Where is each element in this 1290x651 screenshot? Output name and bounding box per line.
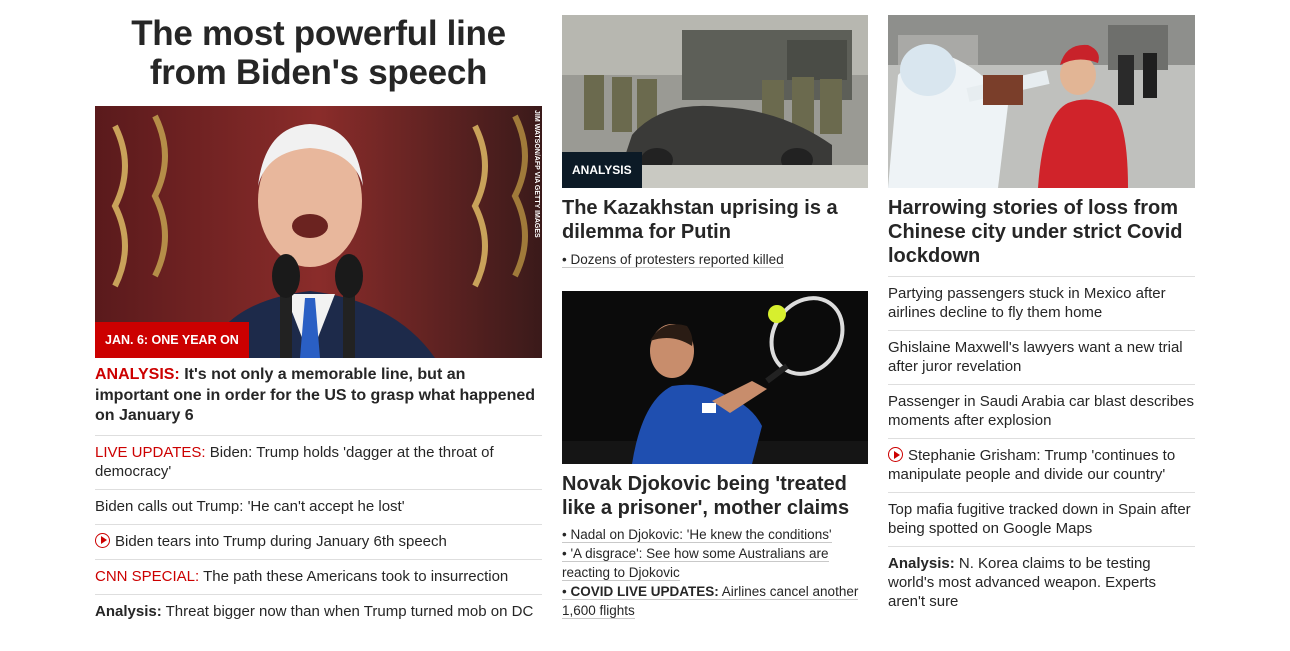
list-item[interactable]: Analysis: Threat bigger now than when Tr… <box>95 593 542 629</box>
column-middle: ANALYSIS The Kazakhstan uprising is a di… <box>562 0 868 620</box>
sub-link-prefix: COVID LIVE UPDATES: <box>570 584 719 599</box>
djokovic-headline[interactable]: Novak Djokovic being 'treated like a pri… <box>562 472 868 520</box>
link-prefix: Analysis: <box>95 602 162 620</box>
covid-headline[interactable]: Harrowing stories of loss from Chinese c… <box>888 196 1195 268</box>
lead-prefix: ANALYSIS: <box>95 366 180 383</box>
link-text: Passenger in Saudi Arabia car blast desc… <box>888 393 1195 429</box>
column-top-story: The most powerful line from Biden's spee… <box>95 0 542 629</box>
link-text: Biden calls out Trump: 'He can't accept … <box>95 497 405 515</box>
link-text: Threat bigger now than when Trump turned… <box>161 602 534 620</box>
list-item[interactable]: Stephanie Grisham: Trump 'continues to m… <box>888 438 1195 492</box>
covid-test-photo <box>888 15 1195 188</box>
link-text: Partying passengers stuck in Mexico afte… <box>888 285 1166 321</box>
link-prefix: Analysis: <box>888 555 955 572</box>
sub-links: • Nadal on Djokovic: 'He knew the condit… <box>562 525 868 620</box>
list-item[interactable]: Biden calls out Trump: 'He can't accept … <box>95 488 542 524</box>
sub-link[interactable]: • COVID LIVE UPDATES: Airlines cancel an… <box>562 582 868 620</box>
sub-link[interactable]: • Dozens of protesters reported killed <box>562 250 868 269</box>
section-label[interactable]: ANALYSIS <box>562 152 642 188</box>
link-text: Stephanie Grisham: Trump 'continues to m… <box>888 447 1176 483</box>
list-item[interactable]: Analysis: N. Korea claims to be testing … <box>888 546 1195 619</box>
top-story-image[interactable]: JIM WATSON/AFP VIA GETTY IMAGES JAN. 6: … <box>95 106 542 358</box>
top-story-headline[interactable]: The most powerful line from Biden's spee… <box>95 14 542 92</box>
sub-link-text: 'A disgrace': See how some Australians a… <box>562 546 829 580</box>
list-item[interactable]: Partying passengers stuck in Mexico afte… <box>888 276 1195 330</box>
kazakhstan-headline[interactable]: The Kazakhstan uprising is a dilemma for… <box>562 196 868 244</box>
list-item[interactable]: Top mafia fugitive tracked down in Spain… <box>888 492 1195 546</box>
story-card-djokovic: Novak Djokovic being 'treated like a pri… <box>562 291 868 620</box>
list-item[interactable]: LIVE UPDATES: Biden: Trump holds 'dagger… <box>95 434 542 489</box>
tennis-photo <box>562 291 868 464</box>
sub-link-text: Nadal on Djokovic: 'He knew the conditio… <box>570 527 832 542</box>
play-circle-icon <box>888 447 903 462</box>
covid-image[interactable] <box>888 15 1195 188</box>
sub-link-text: Dozens of protesters reported killed <box>570 252 784 267</box>
column-right: Harrowing stories of loss from Chinese c… <box>888 0 1195 619</box>
link-text: The path these Americans took to insurre… <box>199 567 509 585</box>
link-prefix: CNN SPECIAL: <box>95 567 200 585</box>
related-links: LIVE UPDATES: Biden: Trump holds 'dagger… <box>95 434 542 629</box>
list-item[interactable]: Biden tears into Trump during January 6t… <box>95 523 542 559</box>
list-item[interactable]: Passenger in Saudi Arabia car blast desc… <box>888 384 1195 438</box>
link-prefix: LIVE UPDATES: <box>95 443 206 461</box>
story-card-kazakhstan: ANALYSIS The Kazakhstan uprising is a di… <box>562 15 868 269</box>
list-item[interactable]: Ghislaine Maxwell's lawyers want a new t… <box>888 330 1195 384</box>
link-text: Top mafia fugitive tracked down in Spain… <box>888 501 1191 537</box>
link-text: Ghislaine Maxwell's lawyers want a new t… <box>888 339 1183 375</box>
sub-link[interactable]: • Nadal on Djokovic: 'He knew the condit… <box>562 525 868 544</box>
link-text: Biden tears into Trump during January 6t… <box>115 532 447 550</box>
list-item[interactable]: CNN SPECIAL: The path these Americans to… <box>95 558 542 594</box>
djokovic-image[interactable] <box>562 291 868 464</box>
top-story-lead[interactable]: ANALYSIS: It's not only a memorable line… <box>95 365 542 435</box>
related-links: Partying passengers stuck in Mexico afte… <box>888 276 1195 619</box>
section-label[interactable]: JAN. 6: ONE YEAR ON <box>95 322 249 358</box>
photo-credit: JIM WATSON/AFP VIA GETTY IMAGES <box>533 110 540 238</box>
play-circle-icon <box>95 532 110 548</box>
sub-link[interactable]: • 'A disgrace': See how some Australians… <box>562 544 868 582</box>
kazakhstan-image[interactable]: ANALYSIS <box>562 15 868 188</box>
biden-photo <box>95 106 542 358</box>
